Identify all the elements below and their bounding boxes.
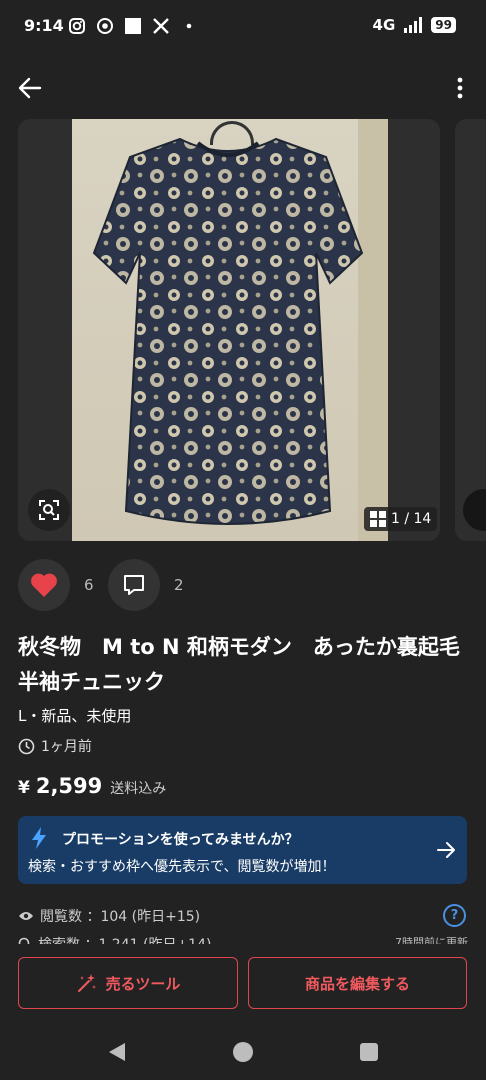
heart-icon — [31, 573, 57, 597]
stats-section: 閲覧数 ：104 (昨日+15) 検索数 ：1,241 (昨日+14) 7時間前… — [18, 904, 468, 944]
posted-label: 1ヶ月前 — [41, 739, 92, 755]
price-value: 2,599 — [35, 774, 103, 798]
next-photo-peek[interactable] — [455, 119, 486, 541]
like-button[interactable] — [18, 559, 70, 611]
magic-wand-icon — [77, 974, 96, 992]
image-search-button[interactable] — [28, 489, 70, 531]
battery-indicator: 99 — [431, 17, 456, 33]
search-icon — [18, 937, 30, 944]
nav-home-icon[interactable] — [233, 1042, 253, 1062]
edit-item-button[interactable]: 商品を編集する — [248, 957, 467, 1009]
eye-icon — [19, 912, 33, 920]
square-icon — [125, 18, 141, 34]
grid-icon — [370, 511, 386, 527]
comment-button[interactable] — [108, 559, 160, 611]
posted-time: 1ヶ月前 — [18, 736, 92, 756]
promotion-banner[interactable]: プロモーションを使ってみませんか？ 検索・おすすめ枠へ優先表示で、閲覧数が増加！ — [18, 816, 467, 884]
signal-icon — [404, 17, 423, 33]
price-note: 送料込み — [110, 781, 167, 797]
nav-recents-icon[interactable] — [360, 1043, 378, 1061]
bottom-action-bar: 売るツール 商品を編集する — [0, 946, 486, 1026]
searches-stat: 検索数 ：1,241 (昨日+14) — [18, 934, 211, 944]
status-bar: 9:14 4G 99 — [0, 0, 486, 52]
image-search-icon — [463, 489, 486, 531]
comment-action[interactable]: 2 — [108, 559, 184, 611]
chrome-icon — [97, 18, 113, 34]
comment-icon — [124, 575, 144, 595]
product-photo[interactable] — [72, 119, 388, 541]
instagram-icon — [69, 18, 85, 34]
status-time: 9:14 — [24, 16, 64, 35]
tunic-illustration — [92, 137, 364, 525]
price-currency: ¥ — [18, 778, 30, 798]
help-icon[interactable]: ? — [443, 904, 466, 927]
photo-counter[interactable]: 1 / 14 — [364, 507, 438, 531]
notification-icons — [68, 17, 198, 35]
photo-counter-label: 1 / 14 — [391, 511, 432, 527]
kebab-menu-icon[interactable] — [452, 74, 468, 102]
item-title: 秋冬物 M to N 和柄モダン あったか裏起毛 半袖チュニック — [18, 635, 481, 694]
top-bar — [0, 66, 486, 108]
arrow-right-icon — [437, 842, 455, 858]
clock-icon — [18, 738, 35, 754]
searches-label: 検索数 ：1,241 (昨日+14) — [38, 934, 211, 944]
comment-count: 2 — [174, 576, 184, 594]
status-right: 4G 99 — [373, 16, 456, 34]
edit-item-label: 商品を編集する — [304, 974, 410, 993]
promotion-description: 検索・おすすめ枠へ優先表示で、閲覧数が増加！ — [28, 859, 336, 875]
network-label: 4G — [372, 16, 396, 34]
sell-tool-button[interactable]: 売るツール — [18, 957, 238, 1009]
lightning-icon — [32, 827, 46, 849]
price-row: ¥ 2,599 送料込み — [18, 774, 166, 798]
arrow-left-icon[interactable] — [16, 74, 44, 102]
sell-tool-label: 売るツール — [105, 974, 181, 993]
like-count: 6 — [84, 576, 94, 594]
stats-updated-note: 7時間前に更新 — [395, 936, 468, 944]
engagement-actions: 6 2 — [18, 559, 318, 613]
photo-gallery[interactable]: 1 / 14 — [18, 119, 440, 541]
promotion-title: プロモーションを使ってみませんか？ — [62, 832, 299, 848]
like-action[interactable]: 6 — [18, 559, 94, 611]
system-nav-bar — [0, 1026, 486, 1080]
image-search-icon — [39, 500, 59, 520]
dot-icon — [186, 23, 192, 29]
size-condition: L・新品、未使用 — [18, 707, 132, 725]
views-stat: 閲覧数 ：104 (昨日+15) — [18, 906, 200, 926]
nav-back-icon[interactable] — [108, 1042, 126, 1062]
x-icon — [153, 18, 169, 34]
views-label: 閲覧数 ：104 (昨日+15) — [40, 909, 201, 925]
